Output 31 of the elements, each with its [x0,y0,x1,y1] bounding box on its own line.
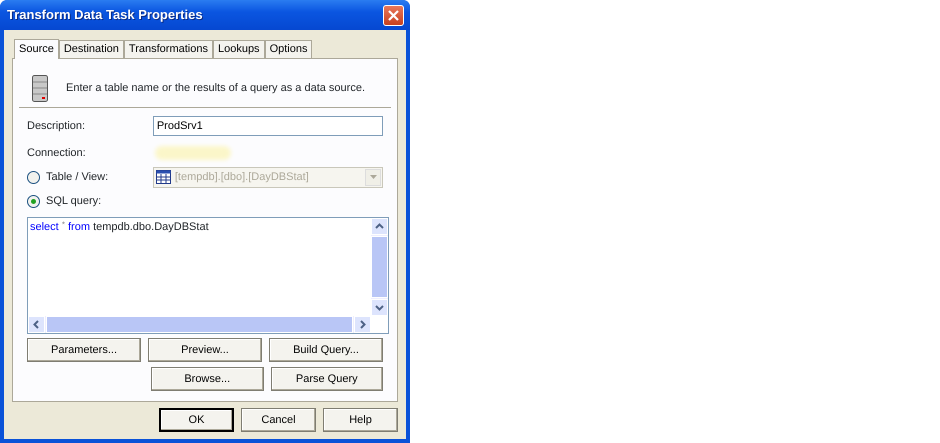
query-button[interactable]: Parameters... [27,338,141,362]
tab[interactable]: Options [264,40,312,58]
scroll-down-icon[interactable] [371,299,388,316]
vertical-scrollbar[interactable] [371,218,388,316]
tab[interactable]: Source [14,39,59,59]
query-button[interactable]: Parse Query [270,367,383,391]
description-field[interactable]: ProdSrv1 [152,116,383,136]
field-label: Connection: [27,146,87,161]
dialog-button[interactable]: Help [323,408,398,432]
close-button[interactable] [383,4,404,26]
header-text: Enter a table name or the results of a query as a data source. [66,80,366,96]
table-icon [156,170,171,184]
query-editor[interactable]: select * from tempdb.dbo.DayDBStat [27,217,389,334]
scrollbar-thumb[interactable] [371,236,388,298]
scroll-up-icon[interactable] [371,218,388,235]
tab[interactable]: Transformations [124,40,213,58]
scroll-right-icon[interactable] [354,316,371,333]
query-button[interactable]: Preview... [148,338,262,362]
radio-button[interactable]: SQL query: [27,192,155,210]
window-title: Transform Data Task Properties [7,6,203,24]
tab[interactable]: Destination [58,40,124,58]
tab[interactable]: Lookups [212,40,265,58]
query-button[interactable]: Build Query... [269,338,383,362]
scroll-left-icon[interactable] [28,316,45,333]
server-icon [32,74,48,102]
query-button[interactable]: Browse... [151,367,264,391]
dialog-button[interactable]: OK [159,408,234,432]
dialog-button[interactable]: Cancel [241,408,316,432]
query-text: select * from tempdb.dbo.DayDBStat [29,219,210,235]
field-label: Description: [27,118,86,134]
close-icon [388,10,399,20]
